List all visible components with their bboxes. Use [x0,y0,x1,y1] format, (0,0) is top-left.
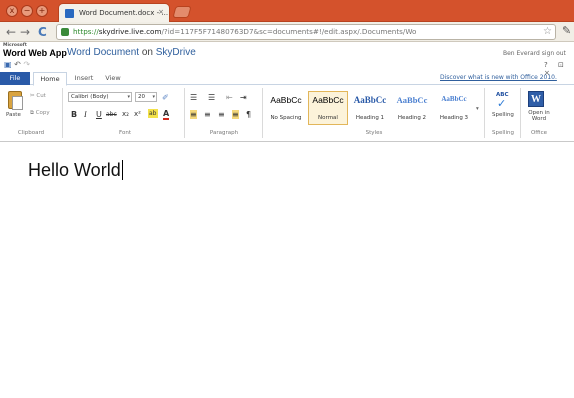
style-name: Normal [318,115,338,121]
cut-label: Cut [36,93,46,99]
quick-access-toolbar: ▣ ↶ ↷ [4,60,30,69]
style-name: Heading 1 [355,115,385,121]
tab-view[interactable]: View [101,72,125,85]
style-normal[interactable]: AaBbCc Normal [308,91,348,125]
font-group-label: Font [119,130,131,136]
checkmark-icon: ✓ [497,97,507,110]
align-left-icon[interactable]: ≡ [190,110,197,119]
url-host: skydrive.live.com [98,27,162,36]
tab-title: Word Document.docx - ... [79,9,169,17]
style-sample: AaBbCc [441,95,467,103]
style-sample: AaBbCc [353,95,387,105]
numbering-icon[interactable]: ☰ [208,93,215,102]
undo-icon[interactable]: ↶ [14,60,21,69]
group-divider [520,88,521,138]
lock-icon [61,28,69,36]
underline-button[interactable]: U [96,110,102,119]
word-icon[interactable]: W [528,91,544,107]
font-family-value: Calibri (Body) [71,94,109,100]
paste-button-label[interactable]: Paste [6,112,21,118]
redo-icon[interactable]: ↷ [23,60,30,69]
paste-icon[interactable] [8,91,23,110]
font-color-button[interactable]: A [163,109,170,120]
forward-arrow-icon[interactable]: → [20,25,30,39]
show-formatting-icon[interactable]: ¶ [246,110,251,119]
style-sample: AaBbCc [396,95,428,105]
close-tab-icon[interactable]: × [158,8,164,16]
style-no-spacing[interactable]: AaBbCc No Spacing [266,91,306,125]
browser-navbar: ← → C https://skydrive.live.com/?id=117F… [0,22,574,42]
chevron-down-icon: ▾ [127,94,130,100]
styles-more-icon[interactable]: ▾ [476,106,479,112]
font-size-select[interactable]: 20 ▾ [135,92,157,102]
tab-home[interactable]: Home [33,72,67,86]
style-heading-3[interactable]: AaBbCc Heading 3 [434,91,474,125]
skydrive-link[interactable]: SkyDrive [156,47,196,58]
group-divider [484,88,485,138]
group-divider [262,88,263,138]
chevron-down-icon: ▾ [152,94,155,100]
decrease-indent-icon[interactable]: ⇤ [226,93,233,102]
align-center-icon[interactable]: ≡ [204,110,211,119]
address-bar[interactable]: https://skydrive.live.com/?id=117F5F7148… [56,24,556,40]
wrench-menu-icon[interactable]: ✎ [562,24,571,37]
open-in-word-button[interactable]: Open in Word [524,110,554,122]
app-name: Word Web App [3,48,67,58]
strikethrough-button[interactable]: abc [106,110,117,119]
back-arrow-icon[interactable]: ← [6,25,16,39]
style-heading-1[interactable]: AaBbCc Heading 1 [350,91,390,125]
reload-icon[interactable]: C [38,25,47,39]
style-name: No Spacing [270,115,302,121]
clear-formatting-icon[interactable]: ✐ [162,93,169,102]
style-name: Heading 3 [439,115,469,121]
style-heading-2[interactable]: AaBbCc Heading 2 [392,91,432,125]
copy-button[interactable]: ⧉ Copy [30,110,50,117]
bold-button[interactable]: B [71,110,77,119]
close-window-button[interactable]: x [6,5,18,17]
superscript-button[interactable]: x² [134,110,141,119]
discover-office-link[interactable]: Discover what is new with Office 2010. [440,74,557,81]
save-icon[interactable]: ▣ [4,60,12,69]
tab-insert[interactable]: Insert [70,72,98,85]
group-divider [184,88,185,138]
group-divider [62,88,63,138]
minimize-window-button[interactable]: − [21,5,33,17]
document-text: Hello World [28,160,121,180]
word-favicon-icon [65,9,74,18]
cut-button[interactable]: ✂ Cut [30,93,46,99]
spelling-check-icon[interactable]: ABC ✓ [494,92,512,110]
clipboard-group-label: Clipboard [17,130,45,136]
document-title: Word Document on SkyDrive [67,47,196,58]
style-sample: AaBbCc [312,95,344,105]
font-size-value: 20 [138,94,145,100]
paragraph-group-label: Paragraph [209,130,239,136]
style-name: Heading 2 [397,115,427,121]
subscript-button[interactable]: x₂ [122,110,129,119]
styles-group-label: Styles [365,130,383,136]
office-group-label: Office [530,130,548,136]
document-body[interactable]: Hello World [28,160,123,181]
spelling-group-label: Spelling [492,130,514,136]
ribbon: Paste ✂ Cut ⧉ Copy Clipboard Calibri (Bo… [0,86,574,142]
align-right-icon[interactable]: ≡ [218,110,225,119]
maximize-window-button[interactable]: + [36,5,48,17]
browser-tab[interactable]: Word Document.docx - ... × [58,3,170,22]
bullets-icon[interactable]: ☰ [190,93,197,102]
justify-icon[interactable]: ≡ [232,110,239,119]
italic-button[interactable]: I [84,110,87,119]
increase-indent-icon[interactable]: ⇥ [240,93,247,102]
spelling-button-label[interactable]: Spelling [492,112,514,118]
document-name-link[interactable]: Word Document [67,47,139,58]
tab-file[interactable]: File [0,72,30,85]
url-scheme: https:// [73,27,99,36]
font-family-select[interactable]: Calibri (Body) ▾ [68,92,132,102]
highlight-color-button[interactable]: ab [148,109,158,118]
on-label: on [141,47,153,58]
style-sample: AaBbCc [270,95,302,105]
bookmark-star-icon[interactable]: ☆ [543,25,552,39]
user-signout[interactable]: Ben Everard sign out [503,50,566,57]
url-path: /?id=117F5F71480763D7&sc=documents#!/edi… [161,27,417,36]
copy-label: Copy [35,110,50,116]
text-cursor [121,160,123,180]
